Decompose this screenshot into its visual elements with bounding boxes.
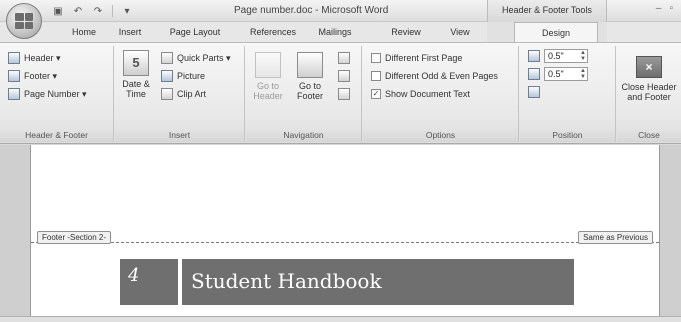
group-label-header-footer: Header & Footer bbox=[0, 129, 113, 142]
different-odd-even-checkbox[interactable]: Different Odd & Even Pages bbox=[371, 68, 498, 84]
footer-section-tag: Footer -Section 2- bbox=[37, 231, 112, 244]
footer-title[interactable]: Student Handbook bbox=[182, 259, 574, 305]
group-navigation: Go to Header Go to Footer Navigation bbox=[246, 46, 362, 142]
group-label-navigation: Navigation bbox=[246, 129, 361, 142]
header-icon bbox=[8, 52, 20, 64]
footer-button[interactable]: Footer ▾ bbox=[8, 68, 57, 84]
header-from-top-icon bbox=[528, 50, 540, 62]
group-label-close: Close bbox=[617, 129, 681, 142]
group-header-footer: Header ▾ Footer ▾ Page Number ▾ Header &… bbox=[0, 46, 114, 142]
footer-position-input[interactable]: 0.5" ▲ ▼ bbox=[544, 67, 588, 81]
go-to-footer-icon bbox=[297, 52, 323, 78]
unchecked-box-icon bbox=[371, 53, 381, 63]
show-document-text-checkbox[interactable]: ✓ Show Document Text bbox=[371, 86, 470, 102]
spinner-arrows-icon[interactable]: ▲ ▼ bbox=[580, 50, 586, 62]
header-button[interactable]: Header ▾ bbox=[8, 50, 61, 66]
page-bottom-edge bbox=[0, 316, 681, 322]
go-to-footer-button[interactable]: Go to Footer bbox=[294, 52, 326, 101]
page-number-button[interactable]: Page Number ▾ bbox=[8, 86, 87, 102]
footer-boundary bbox=[31, 242, 659, 243]
footer-from-bottom-icon bbox=[528, 68, 540, 80]
close-icon: × bbox=[636, 56, 662, 78]
group-label-insert: Insert bbox=[115, 129, 244, 142]
header-position-input[interactable]: 0.5" ▲ ▼ bbox=[544, 49, 588, 63]
unchecked-box-icon bbox=[371, 71, 381, 81]
footer-icon bbox=[8, 70, 20, 82]
tab-home[interactable]: Home bbox=[62, 22, 106, 42]
group-position: 0.5" ▲ ▼ 0.5" ▲ ▼ Position bbox=[520, 46, 616, 142]
quick-parts-icon bbox=[161, 52, 173, 64]
group-label-position: Position bbox=[520, 129, 615, 142]
toolbar-separator bbox=[112, 5, 113, 17]
document-area: Footer -Section 2- Same as Previous 4 St… bbox=[0, 145, 681, 322]
window-title: Page number.doc - Microsoft Word bbox=[234, 5, 389, 16]
office-button[interactable] bbox=[6, 3, 42, 39]
clip-art-icon bbox=[161, 88, 173, 100]
clip-art-button[interactable]: Clip Art bbox=[161, 86, 206, 102]
word-window: ▣ ↶ ↷ ▾ Page number.doc - Microsoft Word… bbox=[0, 0, 681, 322]
quick-access-toolbar: ▣ ↶ ↷ ▾ bbox=[52, 4, 133, 18]
header-position-spinner[interactable]: 0.5" ▲ ▼ bbox=[528, 49, 588, 63]
tab-insert[interactable]: Insert bbox=[113, 22, 147, 42]
next-section-icon[interactable] bbox=[338, 70, 350, 82]
picture-icon bbox=[161, 70, 173, 82]
title-bar: ▣ ↶ ↷ ▾ Page number.doc - Microsoft Word… bbox=[0, 0, 681, 22]
different-first-page-checkbox[interactable]: Different First Page bbox=[371, 50, 462, 66]
redo-icon[interactable]: ↷ bbox=[92, 5, 104, 17]
spinner-arrows-icon[interactable]: ▲ ▼ bbox=[580, 68, 586, 80]
save-icon[interactable]: ▣ bbox=[52, 5, 64, 17]
undo-icon[interactable]: ↶ bbox=[72, 5, 84, 17]
tab-review[interactable]: Review bbox=[386, 22, 426, 42]
group-label-options: Options bbox=[363, 129, 518, 142]
picture-button[interactable]: Picture bbox=[161, 68, 205, 84]
quick-parts-button[interactable]: Quick Parts ▾ bbox=[161, 50, 231, 66]
group-options: Different First Page Different Odd & Eve… bbox=[363, 46, 519, 142]
document-page[interactable]: Footer -Section 2- Same as Previous 4 St… bbox=[30, 145, 660, 322]
ribbon-tabs: Home Insert Page Layout References Maili… bbox=[0, 22, 681, 43]
footer-page-number[interactable]: 4 bbox=[120, 259, 178, 305]
minimize-button[interactable]: – bbox=[656, 3, 662, 14]
close-header-footer-button[interactable]: × Close Header and Footer bbox=[619, 56, 679, 102]
calendar-icon: 5 bbox=[123, 50, 149, 76]
contextual-tab-title: Header & Footer Tools bbox=[487, 0, 607, 22]
tab-mailings[interactable]: Mailings bbox=[311, 22, 359, 42]
maximize-button[interactable]: ▫ bbox=[669, 3, 673, 14]
go-to-header-button[interactable]: Go to Header bbox=[252, 52, 284, 101]
page-number-icon bbox=[8, 88, 20, 100]
tab-page-layout[interactable]: Page Layout bbox=[163, 22, 227, 42]
tab-references[interactable]: References bbox=[244, 22, 302, 42]
group-close: × Close Header and Footer Close bbox=[617, 46, 681, 142]
office-logo-icon bbox=[15, 13, 33, 29]
group-insert: 5 Date & Time Quick Parts ▾ Picture Clip… bbox=[115, 46, 245, 142]
insert-alignment-tab-icon[interactable] bbox=[528, 86, 540, 98]
date-time-button[interactable]: 5 Date & Time bbox=[118, 50, 154, 99]
checkmark-icon: ✓ bbox=[371, 89, 381, 99]
window-controls: – ▫ bbox=[656, 3, 673, 14]
tab-design[interactable]: Design bbox=[514, 22, 598, 43]
go-to-header-icon bbox=[255, 52, 281, 78]
link-to-previous-icon[interactable] bbox=[338, 88, 350, 100]
ribbon: Header ▾ Footer ▾ Page Number ▾ Header &… bbox=[0, 42, 681, 144]
same-as-previous-tag: Same as Previous bbox=[578, 231, 653, 244]
dropdown-icon[interactable]: ▾ bbox=[121, 5, 133, 17]
previous-section-icon[interactable] bbox=[338, 52, 350, 64]
tab-view[interactable]: View bbox=[445, 22, 475, 42]
footer-position-spinner[interactable]: 0.5" ▲ ▼ bbox=[528, 67, 588, 81]
